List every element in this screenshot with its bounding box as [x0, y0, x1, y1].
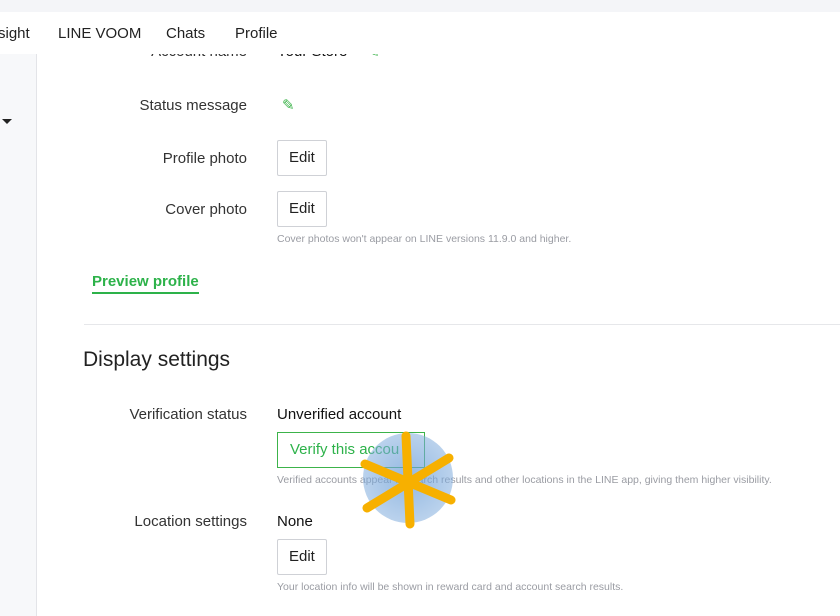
location-edit-button[interactable]: Edit [277, 539, 327, 575]
preview-profile-link[interactable]: Preview profile [92, 273, 199, 294]
profile-photo-edit-button[interactable]: Edit [277, 140, 327, 176]
cover-photo-edit-button[interactable]: Edit [277, 191, 327, 227]
status-message-label: Status message [139, 97, 247, 114]
edit-status-message-icon[interactable]: ✎ [282, 96, 295, 114]
cover-photo-label: Cover photo [165, 201, 247, 218]
caret-down-icon[interactable] [2, 119, 12, 124]
verification-hint: Verified accounts appear in search resul… [277, 474, 772, 486]
verification-status-label: Verification status [129, 406, 247, 423]
profile-photo-label: Profile photo [162, 150, 247, 167]
nav-chats[interactable]: Chats [166, 25, 205, 42]
sidebar [0, 54, 37, 616]
nav-profile[interactable]: Profile [235, 25, 278, 42]
verify-account-button[interactable]: Verify this accou [277, 432, 425, 468]
verification-status-value: Unverified account [277, 406, 402, 423]
top-strip [0, 0, 840, 12]
location-settings-value: None [277, 513, 313, 530]
top-nav: sight LINE VOOM Chats Profile [0, 12, 840, 54]
nav-line-voom[interactable]: LINE VOOM [58, 25, 141, 42]
cover-photo-hint: Cover photos won't appear on LINE versio… [277, 233, 572, 245]
nav-insight[interactable]: sight [0, 25, 30, 42]
location-hint: Your location info will be shown in rewa… [277, 581, 624, 593]
display-settings-title: Display settings [83, 348, 231, 371]
section-divider [84, 324, 840, 325]
main-content: Account name Your Store ✎ Status message… [37, 0, 840, 616]
location-settings-label: Location settings [134, 513, 247, 530]
